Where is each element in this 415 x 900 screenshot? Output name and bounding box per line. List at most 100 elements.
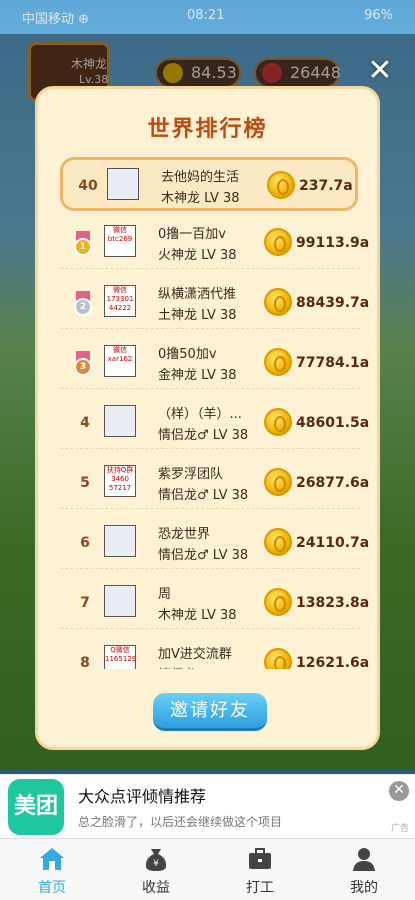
rank-number: 1 bbox=[74, 238, 92, 256]
player-avatar[interactable]: 微信 xar162 bbox=[104, 345, 136, 377]
rank-number: 5 bbox=[80, 475, 90, 491]
invite-friends-button[interactable]: 邀请好友 bbox=[153, 693, 267, 731]
level-number: 38 bbox=[220, 368, 237, 383]
gold-coin-icon bbox=[264, 588, 292, 616]
tab-profile[interactable]: 我的 bbox=[312, 839, 415, 900]
tab-work[interactable]: 打工 bbox=[208, 839, 312, 900]
player-score: 77784.1a bbox=[296, 355, 370, 371]
level-prefix: LV bbox=[212, 488, 228, 503]
ad-tag: 广告 bbox=[390, 824, 409, 834]
rank-row[interactable]: 4 （样）（羊）... 情侣龙♂ LV 38 48601.5a bbox=[60, 397, 369, 449]
player-score: 48601.5a bbox=[296, 415, 370, 431]
rank-row[interactable]: 3 微信 xar162 0撸50加v 金神龙 LV 38 77784.1a bbox=[60, 337, 369, 389]
level-prefix: LV bbox=[201, 608, 216, 623]
leaderboard-modal: 世界排行榜 40 去他妈的生活 木神龙 LV 38 237.7a 1 微信 btc269 0… bbox=[35, 86, 380, 750]
player-avatar[interactable] bbox=[107, 168, 139, 200]
close-icon[interactable]: ✕ bbox=[364, 56, 396, 88]
player-dragon-level: 情侣龙♂ LV 38 bbox=[158, 424, 248, 443]
level-prefix: LV bbox=[212, 548, 228, 563]
player-nickname: 去他妈的生活 bbox=[161, 170, 240, 185]
person-icon bbox=[353, 848, 375, 871]
player-nickname: 0撸50加v bbox=[158, 347, 217, 362]
rank-number: 7 bbox=[80, 595, 90, 611]
rank-row[interactable]: 5 扶持Q群 3460 57217 紫罗浮团队 情侣龙♂ LV 38 26877.6a bbox=[60, 457, 369, 509]
status-bar: 中国移动 ⊕ 08:21 96% bbox=[0, 0, 415, 34]
player-dragon-level: 情侣龙♂ LV 38 bbox=[158, 544, 248, 563]
level-prefix: LV bbox=[213, 668, 228, 669]
my-rank-row[interactable]: 40 去他妈的生活 木神龙 LV 38 237.7a bbox=[60, 157, 358, 211]
gold-coin-icon bbox=[264, 288, 292, 316]
gold-coin-icon bbox=[264, 528, 292, 556]
ad-logo: 美团 bbox=[8, 779, 64, 835]
player-score: 24110.7a bbox=[296, 535, 370, 551]
rank-row[interactable]: 2 微信 173301 44222 纵横潇洒代推土神龙 LV 38 88439.7a bbox=[60, 277, 369, 329]
dragon-type: 木神龙 bbox=[161, 191, 201, 206]
rank-row[interactable]: 6 恐龙世界 情侣龙♂ LV 38 24110.7a bbox=[60, 517, 369, 569]
tab-earnings-label: 收益 bbox=[142, 880, 170, 896]
player-avatar[interactable] bbox=[104, 525, 136, 557]
player-dragon-level: 情侣龙♂ LV 38 bbox=[158, 664, 248, 669]
level-number: 38 bbox=[231, 548, 249, 563]
ad-title: 大众点评倾情推荐 bbox=[78, 787, 207, 806]
player-avatar[interactable]: 扶持Q群 3460 57217 bbox=[104, 465, 136, 497]
player-nickname: 恐龙世界 bbox=[158, 527, 211, 542]
ad-subtitle: 总之脸滑了，以后还会继续做这个项目 bbox=[78, 815, 283, 829]
tab-home-label: 首页 bbox=[38, 880, 66, 896]
level-number: 38 bbox=[220, 608, 237, 623]
ad-banner[interactable]: 美团 大众点评倾情推荐 总之脸滑了，以后还会继续做这个项目 ✕ 广告 bbox=[0, 774, 415, 838]
player-nickname: 周 bbox=[158, 587, 172, 602]
dragon-type: 金神龙 bbox=[158, 368, 198, 383]
level-prefix: LV bbox=[201, 308, 216, 323]
rank-row[interactable]: 8 Q微信 1165129 加V进交流群情侣龙♂ LV 38 12621.6a bbox=[60, 637, 369, 669]
rank-number: 8 bbox=[80, 655, 90, 669]
briefcase-icon bbox=[249, 848, 271, 869]
player-avatar[interactable]: 微信 173301 44222 bbox=[104, 285, 136, 317]
level-prefix: LV bbox=[201, 368, 216, 383]
level-number: 38 bbox=[220, 248, 237, 263]
dragon-type: 土神龙 bbox=[158, 308, 198, 323]
level-number: 38 bbox=[223, 191, 240, 206]
gold-coin-icon bbox=[264, 468, 292, 496]
level-prefix: LV bbox=[212, 428, 228, 443]
leaderboard-list[interactable]: 40 去他妈的生活 木神龙 LV 38 237.7a 1 微信 btc269 0撸一百加v 火… bbox=[38, 149, 377, 669]
player-avatar[interactable]: 微信 btc269 bbox=[104, 225, 136, 257]
player-dragon-level: 土神龙 LV 38 bbox=[158, 304, 237, 323]
rank-number: 40 bbox=[78, 178, 98, 194]
rank-row[interactable]: 1 微信 btc269 0撸一百加v 火神龙 LV 38 99113.9a bbox=[60, 217, 369, 269]
rank-number: 3 bbox=[74, 358, 92, 376]
player-dragon-level: 火神龙 LV 38 bbox=[158, 244, 237, 263]
player-avatar[interactable] bbox=[104, 405, 136, 437]
clock-text: 08:21 bbox=[187, 8, 225, 23]
player-avatar[interactable]: Q微信 1165129 bbox=[104, 645, 136, 669]
tab-profile-label: 我的 bbox=[350, 880, 378, 896]
bottom-tab-bar: 首页 ¥ 收益 打工 我的 bbox=[0, 838, 415, 900]
player-nickname: 紫罗浮团队 bbox=[158, 467, 224, 482]
battery-text: 96% bbox=[364, 8, 393, 23]
money-bag-icon: ¥ bbox=[145, 849, 167, 871]
gold-coin-icon bbox=[264, 408, 292, 436]
rank-row[interactable]: 7 周木神龙 LV 38 13823.8a bbox=[60, 577, 369, 629]
dragon-type: 情侣龙♂ bbox=[158, 488, 209, 503]
gold-coin-icon bbox=[264, 348, 292, 376]
dragon-type: 情侣龙♂ bbox=[158, 668, 209, 669]
gold-medal-icon: 1 bbox=[72, 231, 94, 256]
home-icon bbox=[40, 848, 64, 870]
player-dragon-level: 木神龙 LV 38 bbox=[158, 604, 237, 623]
player-dragon-level: 金神龙 LV 38 bbox=[158, 364, 237, 383]
player-avatar[interactable] bbox=[104, 585, 136, 617]
dragon-type: 火神龙 bbox=[158, 248, 198, 263]
tab-earnings[interactable]: ¥ 收益 bbox=[104, 839, 208, 900]
dragon-type: 情侣龙♂ bbox=[158, 428, 209, 443]
player-nickname: 0撸一百加v bbox=[158, 227, 226, 242]
tab-home[interactable]: 首页 bbox=[0, 839, 104, 900]
ad-close-icon[interactable]: ✕ bbox=[389, 781, 409, 801]
player-nickname: 纵横潇洒代推 bbox=[158, 287, 237, 302]
dragon-type: 情侣龙♂ bbox=[158, 548, 209, 563]
carrier-text: 中国移动 ⊕ bbox=[22, 12, 90, 27]
rank-number: 2 bbox=[74, 298, 92, 316]
player-nickname: 加V进交流群 bbox=[158, 647, 232, 662]
player-score: 88439.7a bbox=[296, 295, 370, 311]
bronze-medal-icon: 3 bbox=[72, 351, 94, 376]
modal-title: 世界排行榜 bbox=[147, 117, 268, 142]
player-score: 26877.6a bbox=[296, 475, 370, 491]
